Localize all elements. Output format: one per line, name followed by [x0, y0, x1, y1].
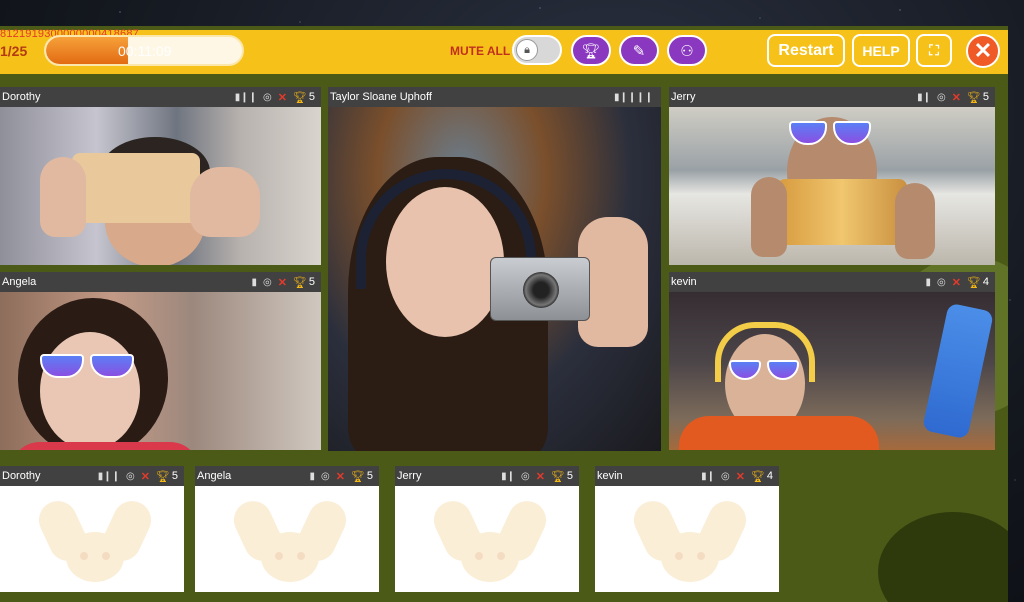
participant-score: 5	[308, 276, 315, 288]
volume-icon[interactable]: ▮	[925, 277, 931, 288]
trophy-icon: 🏆︎	[155, 470, 170, 483]
tile-header: Dorothy ▮❙❙ ◎ ✕ 🏆︎ 5	[0, 87, 321, 107]
volume-icon[interactable]: ▮❙❙❙❙	[614, 92, 653, 103]
remove-icon[interactable]: ✕	[141, 470, 150, 483]
video-tile-angela: Angela ▮ ◎ ✕ 🏆︎ 5	[0, 272, 321, 450]
participant-name: Dorothy	[2, 91, 41, 103]
student-card-kevin: kevin ▮❙ ◎ ✕ 🏆︎ 4	[595, 466, 779, 592]
trophy-icon: 🏆︎	[750, 470, 765, 483]
lock-icon: 🔒︎	[516, 39, 538, 61]
participant-name: kevin	[671, 276, 697, 288]
tile-header: Angela ▮ ◎ ✕ 🏆︎ 5	[0, 272, 321, 292]
participant-name: kevin	[597, 470, 623, 482]
video-feed	[669, 292, 995, 450]
volume-icon[interactable]: ▮	[251, 277, 257, 288]
video-feed	[0, 107, 321, 265]
tile-header: Angela ▮ ◎ ✕ 🏆︎ 5	[195, 466, 379, 486]
trophy-icon: 🏆︎	[292, 91, 307, 104]
participant-name: Jerry	[397, 470, 422, 482]
remove-icon[interactable]: ✕	[278, 91, 287, 104]
fullscreen-button[interactable]: ⛶	[916, 34, 952, 67]
participant-score: 4	[982, 276, 989, 288]
trophy-icon: 🏆︎	[966, 91, 981, 104]
pen-icon: ✎	[632, 42, 646, 60]
volume-icon[interactable]: ▮❙	[701, 471, 715, 482]
camera-toggle-icon[interactable]: ◎	[126, 471, 135, 482]
remove-icon[interactable]: ✕	[952, 91, 961, 104]
mute-all-label: MUTE ALL	[450, 44, 511, 58]
timer-progress-fill	[46, 37, 129, 64]
participant-score: 5	[982, 91, 989, 103]
trophy-icon: 🏆︎	[292, 276, 307, 289]
tile-header: kevin ▮❙ ◎ ✕ 🏆︎ 4	[595, 466, 779, 486]
trophy-icon: 🏆︎	[550, 470, 565, 483]
video-feed	[669, 107, 995, 265]
camera-toggle-icon[interactable]: ◎	[937, 277, 946, 288]
volume-icon[interactable]: ▮❙	[917, 92, 931, 103]
video-feed	[328, 107, 661, 451]
close-icon: ✕	[973, 38, 993, 63]
remove-icon[interactable]: ✕	[278, 276, 287, 289]
participant-score: 5	[171, 470, 178, 482]
camera-toggle-icon[interactable]: ◎	[321, 471, 330, 482]
tile-header: Dorothy ▮❙❙ ◎ ✕ 🏆︎ 5	[0, 466, 184, 486]
remove-icon[interactable]: ✕	[952, 276, 961, 289]
camera-toggle-icon[interactable]: ◎	[263, 277, 272, 288]
trophy-button[interactable]: 🏆︎	[571, 35, 611, 66]
restart-button[interactable]: Restart	[767, 34, 845, 67]
participant-score: 5	[566, 470, 573, 482]
group-icon: ⚇	[680, 42, 694, 60]
remove-icon[interactable]: ✕	[736, 470, 745, 483]
fullscreen-icon: ⛶	[929, 42, 939, 58]
student-card-angela: Angela ▮ ◎ ✕ 🏆︎ 5	[195, 466, 379, 592]
participant-score: 5	[366, 470, 373, 482]
camera-toggle-icon[interactable]: ◎	[721, 471, 730, 482]
bunny-placeholder-icon	[227, 494, 353, 584]
volume-icon[interactable]: ▮	[309, 471, 315, 482]
participant-name: Taylor Sloane Uphoff	[330, 91, 432, 103]
mute-all-toggle[interactable]: 🔒︎	[512, 35, 562, 65]
participant-score: 5	[308, 91, 315, 103]
bunny-placeholder-icon	[427, 494, 553, 584]
participant-name: Angela	[197, 470, 232, 482]
volume-icon[interactable]: ▮❙❙	[98, 471, 120, 482]
video-tile-kevin: kevin ▮ ◎ ✕ 🏆︎ 4	[669, 272, 995, 450]
close-button[interactable]: ✕	[966, 34, 1000, 68]
remove-icon[interactable]: ✕	[536, 470, 545, 483]
bunny-placeholder-icon	[32, 494, 158, 584]
video-feed	[0, 292, 321, 450]
page-counter: 1/25	[0, 43, 28, 59]
group-button[interactable]: ⚇	[667, 35, 707, 66]
remove-icon[interactable]: ✕	[336, 470, 345, 483]
camera-toggle-icon[interactable]: ◎	[263, 92, 272, 103]
student-card-jerry: Jerry ▮❙ ◎ ✕ 🏆︎ 5	[395, 466, 579, 592]
tile-header: Taylor Sloane Uphoff ▮❙❙❙❙	[328, 87, 661, 107]
bunny-placeholder-icon	[627, 494, 753, 584]
trophy-icon: 🏆︎	[581, 42, 601, 60]
participant-score: 4	[766, 470, 773, 482]
camera-toggle-icon[interactable]: ◎	[521, 471, 530, 482]
video-tile-jerry: Jerry ▮❙ ◎ ✕ 🏆︎ 5	[669, 87, 995, 265]
help-button[interactable]: HELP	[852, 34, 910, 67]
pen-button[interactable]: ✎	[619, 35, 659, 66]
tile-header: Jerry ▮❙ ◎ ✕ 🏆︎ 5	[395, 466, 579, 486]
participant-name: Jerry	[671, 91, 696, 103]
camera-toggle-icon[interactable]: ◎	[937, 92, 946, 103]
participant-name: Angela	[2, 276, 37, 288]
student-card-dorothy: Dorothy ▮❙❙ ◎ ✕ 🏆︎ 5	[0, 466, 184, 592]
video-tile-dorothy: Dorothy ▮❙❙ ◎ ✕ 🏆︎ 5	[0, 87, 321, 265]
timer-progress-bar: 00:11:09	[44, 35, 244, 66]
video-tile-teacher: Taylor Sloane Uphoff ▮❙❙❙❙	[328, 87, 661, 451]
tile-header: kevin ▮ ◎ ✕ 🏆︎ 4	[669, 272, 995, 292]
timer-text: 00:11:09	[118, 43, 172, 59]
volume-icon[interactable]: ▮❙	[501, 471, 515, 482]
trophy-icon: 🏆︎	[966, 276, 981, 289]
tile-header: Jerry ▮❙ ◎ ✕ 🏆︎ 5	[669, 87, 995, 107]
trophy-icon: 🏆︎	[350, 470, 365, 483]
participant-name: Dorothy	[2, 470, 41, 482]
volume-icon[interactable]: ▮❙❙	[235, 92, 257, 103]
